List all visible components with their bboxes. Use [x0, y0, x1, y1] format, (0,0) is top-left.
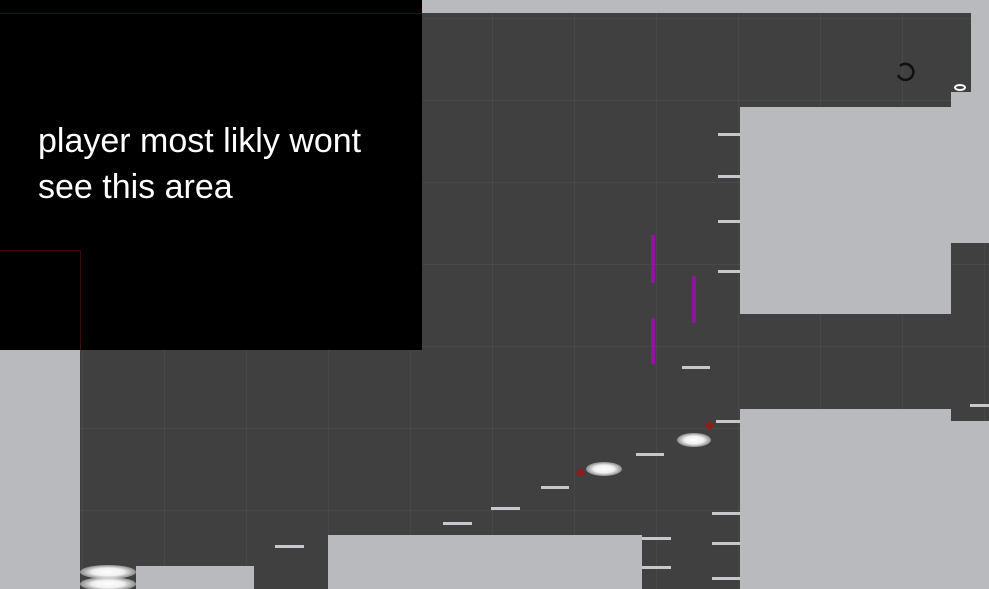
game-level-view: player most likly wont see this area	[0, 0, 989, 589]
boundary-line	[0, 13, 422, 14]
right-edge-block	[971, 0, 989, 243]
lower-right-step	[951, 421, 989, 589]
wall-ledge	[642, 537, 671, 540]
floating-ledge	[636, 453, 664, 456]
floating-ledge	[682, 366, 710, 369]
purple-spike	[651, 235, 655, 283]
heart-pickup	[575, 467, 586, 478]
wall-ledge	[718, 175, 740, 178]
purple-spike	[651, 318, 655, 364]
wall-ledge	[718, 133, 740, 136]
floor-block-large	[328, 535, 642, 589]
circular-arrow-icon	[896, 62, 915, 82]
floor-block-small	[136, 566, 254, 589]
ceiling-block	[422, 0, 976, 13]
wall-ledge	[716, 420, 740, 423]
floating-ledge	[541, 486, 569, 489]
wall-ledge	[718, 270, 740, 273]
wall-ledge	[970, 404, 989, 407]
floating-ledge	[275, 545, 304, 548]
wall-ledge	[712, 577, 740, 580]
boundary-line	[0, 250, 80, 251]
heart-pickup	[704, 420, 715, 431]
cloud-platform	[80, 577, 136, 589]
lower-right-platform	[740, 409, 951, 589]
wall-ledge	[642, 566, 671, 569]
ring-pickup-icon	[954, 84, 966, 91]
wall-ledge	[712, 542, 740, 545]
upper-right-column	[951, 92, 971, 243]
floating-ledge	[443, 522, 472, 525]
upper-right-platform	[740, 107, 951, 314]
purple-spike	[692, 276, 696, 323]
floating-ledge	[491, 507, 520, 510]
cloud-platform	[586, 462, 622, 476]
wall-ledge	[712, 512, 740, 515]
wall-ledge	[718, 220, 740, 223]
boundary-line	[80, 250, 81, 350]
designer-note: player most likly wont see this area	[38, 122, 362, 206]
cloud-platform	[677, 433, 711, 447]
left-wall-block	[0, 350, 80, 589]
